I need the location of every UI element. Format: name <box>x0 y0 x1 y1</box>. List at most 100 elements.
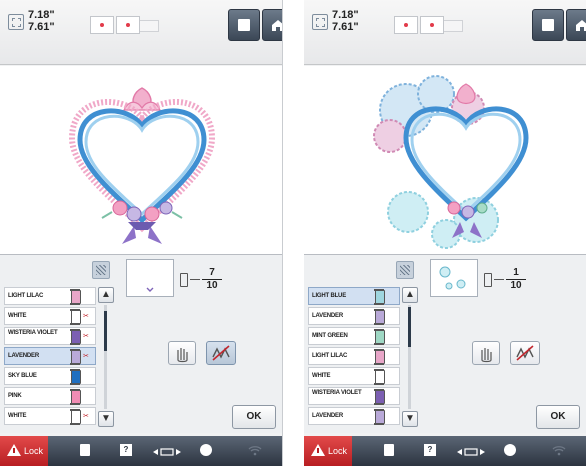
scroll-down-button[interactable]: ▼ <box>402 411 418 427</box>
spool-icon <box>374 369 385 385</box>
hand-icon <box>177 348 188 363</box>
thread-row[interactable]: WHITE <box>308 367 400 385</box>
magnify-button[interactable] <box>92 261 110 279</box>
embroidery-screen-right: 7.18" 7.61" 1 10 LIGHT BLUE LAVENDER MIN… <box>304 0 586 466</box>
no-trim-icon <box>212 345 230 361</box>
chevron-down-icon: ▼ <box>405 413 415 424</box>
spool-icon <box>70 409 81 425</box>
lock-button[interactable]: Lock <box>304 436 352 466</box>
home-button[interactable] <box>566 9 586 41</box>
top-bar: 7.18" 7.61" <box>0 0 282 65</box>
spool-icon <box>374 409 385 425</box>
spool-icon <box>70 329 81 345</box>
needle-mode-icon[interactable] <box>504 444 516 456</box>
hand-button[interactable] <box>472 341 500 365</box>
help-icon[interactable]: ? <box>120 444 132 456</box>
home-button[interactable] <box>262 9 282 41</box>
thread-row[interactable]: LAVENDER <box>308 307 400 325</box>
magnify-button[interactable] <box>396 261 414 279</box>
thread-row-selected[interactable]: LIGHT BLUE <box>308 287 400 305</box>
scroll-up-button[interactable]: ▲ <box>98 287 114 303</box>
top-bar: 7.18" 7.61" <box>304 0 586 65</box>
document-icon[interactable] <box>384 444 394 456</box>
needle-icon: ✂ <box>83 353 89 360</box>
spool-icon <box>484 273 492 287</box>
bottom-bar: Lock ? <box>0 436 282 466</box>
hand-icon <box>481 348 492 363</box>
thread-panel: 7 10 LIGHT LILAC WHITE ✂ WISTERIA VIOLET ✂… <box>0 254 282 433</box>
square-button[interactable] <box>228 9 260 41</box>
square-icon <box>542 19 554 31</box>
design-size: 7.18" 7.61" <box>28 9 55 33</box>
wifi-icon[interactable] <box>552 444 566 456</box>
thread-counter: 1 10 <box>484 265 528 295</box>
thread-row[interactable]: SKY BLUE <box>4 367 96 385</box>
thread-row[interactable]: WISTERIA VIOLET <box>308 387 400 405</box>
spool-icon <box>180 273 188 287</box>
color-preview <box>430 259 478 297</box>
magnify-icon <box>400 265 410 275</box>
square-button[interactable] <box>532 9 564 41</box>
embroidery-canvas[interactable] <box>0 66 282 255</box>
document-icon[interactable] <box>80 444 90 456</box>
height-value: 7.61 <box>28 21 50 33</box>
no-trim-button[interactable] <box>206 341 236 365</box>
lock-label: Lock <box>328 446 348 456</box>
magnify-icon <box>96 265 106 275</box>
scroll-up-button[interactable]: ▲ <box>402 287 418 303</box>
needle-icon: ✂ <box>83 413 89 420</box>
width-value: 7.18 <box>28 9 50 21</box>
spool-icon <box>70 309 81 325</box>
help-icon[interactable]: ? <box>424 444 436 456</box>
thread-panel: 1 10 LIGHT BLUE LAVENDER MINT GREEN LIGH… <box>304 254 586 433</box>
counter-current: 7 <box>209 267 215 278</box>
bottom-bar: Lock ? <box>304 436 586 466</box>
preview-mark <box>146 287 154 292</box>
size-icon <box>8 14 24 30</box>
chevron-down-icon: ▼ <box>101 413 111 424</box>
ok-button[interactable]: OK <box>536 405 580 429</box>
thread-row[interactable]: LAVENDER <box>308 407 400 425</box>
frame-icon <box>394 16 474 34</box>
scroll-thumb[interactable] <box>104 311 107 351</box>
chevron-up-icon: ▲ <box>405 289 415 300</box>
thread-row[interactable]: WHITE ✂ <box>4 407 96 425</box>
thread-scrollbar[interactable]: ▲ ▼ <box>402 287 418 427</box>
thread-row-selected[interactable]: LAVENDER ✂ <box>4 347 96 365</box>
embroidery-design <box>68 87 216 244</box>
lock-label: Lock <box>24 446 44 456</box>
no-trim-button[interactable] <box>510 341 540 365</box>
needle-mode-icon[interactable] <box>200 444 212 456</box>
height-value: 7.61 <box>332 21 354 33</box>
embroidery-unit-icon[interactable] <box>456 447 486 457</box>
counter-total: 10 <box>510 280 522 291</box>
hand-button[interactable] <box>168 341 196 365</box>
counter-current: 1 <box>513 267 519 278</box>
thread-row[interactable]: PINK <box>4 387 96 405</box>
wifi-icon[interactable] <box>248 444 262 456</box>
thread-scrollbar[interactable]: ▲ ▼ <box>98 287 114 427</box>
scroll-down-button[interactable]: ▼ <box>98 411 114 427</box>
lock-button[interactable]: Lock <box>0 436 48 466</box>
embroidery-unit-icon[interactable] <box>152 447 182 457</box>
needle-icon: ✂ <box>83 313 89 320</box>
preview-mark <box>439 266 466 290</box>
ok-button[interactable]: OK <box>232 405 276 429</box>
size-icon <box>312 14 328 30</box>
embroidery-canvas[interactable] <box>304 66 586 255</box>
spool-icon <box>374 329 385 345</box>
thread-row[interactable]: LIGHT LILAC <box>4 287 96 305</box>
thread-row[interactable]: WISTERIA VIOLET ✂ <box>4 327 96 345</box>
scroll-thumb[interactable] <box>408 307 411 347</box>
spool-icon <box>70 389 81 405</box>
thread-row[interactable]: MINT GREEN <box>308 327 400 345</box>
thread-row[interactable]: LIGHT LILAC <box>308 347 400 365</box>
home-icon <box>576 20 586 31</box>
embroidery-design <box>373 75 529 249</box>
no-trim-icon <box>516 345 534 361</box>
spool-icon <box>70 369 81 385</box>
spool-icon <box>374 389 385 405</box>
thread-row[interactable]: WHITE ✂ <box>4 307 96 325</box>
width-value: 7.18 <box>332 9 354 21</box>
embroidery-screen-left: 7.18" 7.61" 7 10 LIGHT LILAC WHITE ✂ WIS… <box>0 0 283 466</box>
